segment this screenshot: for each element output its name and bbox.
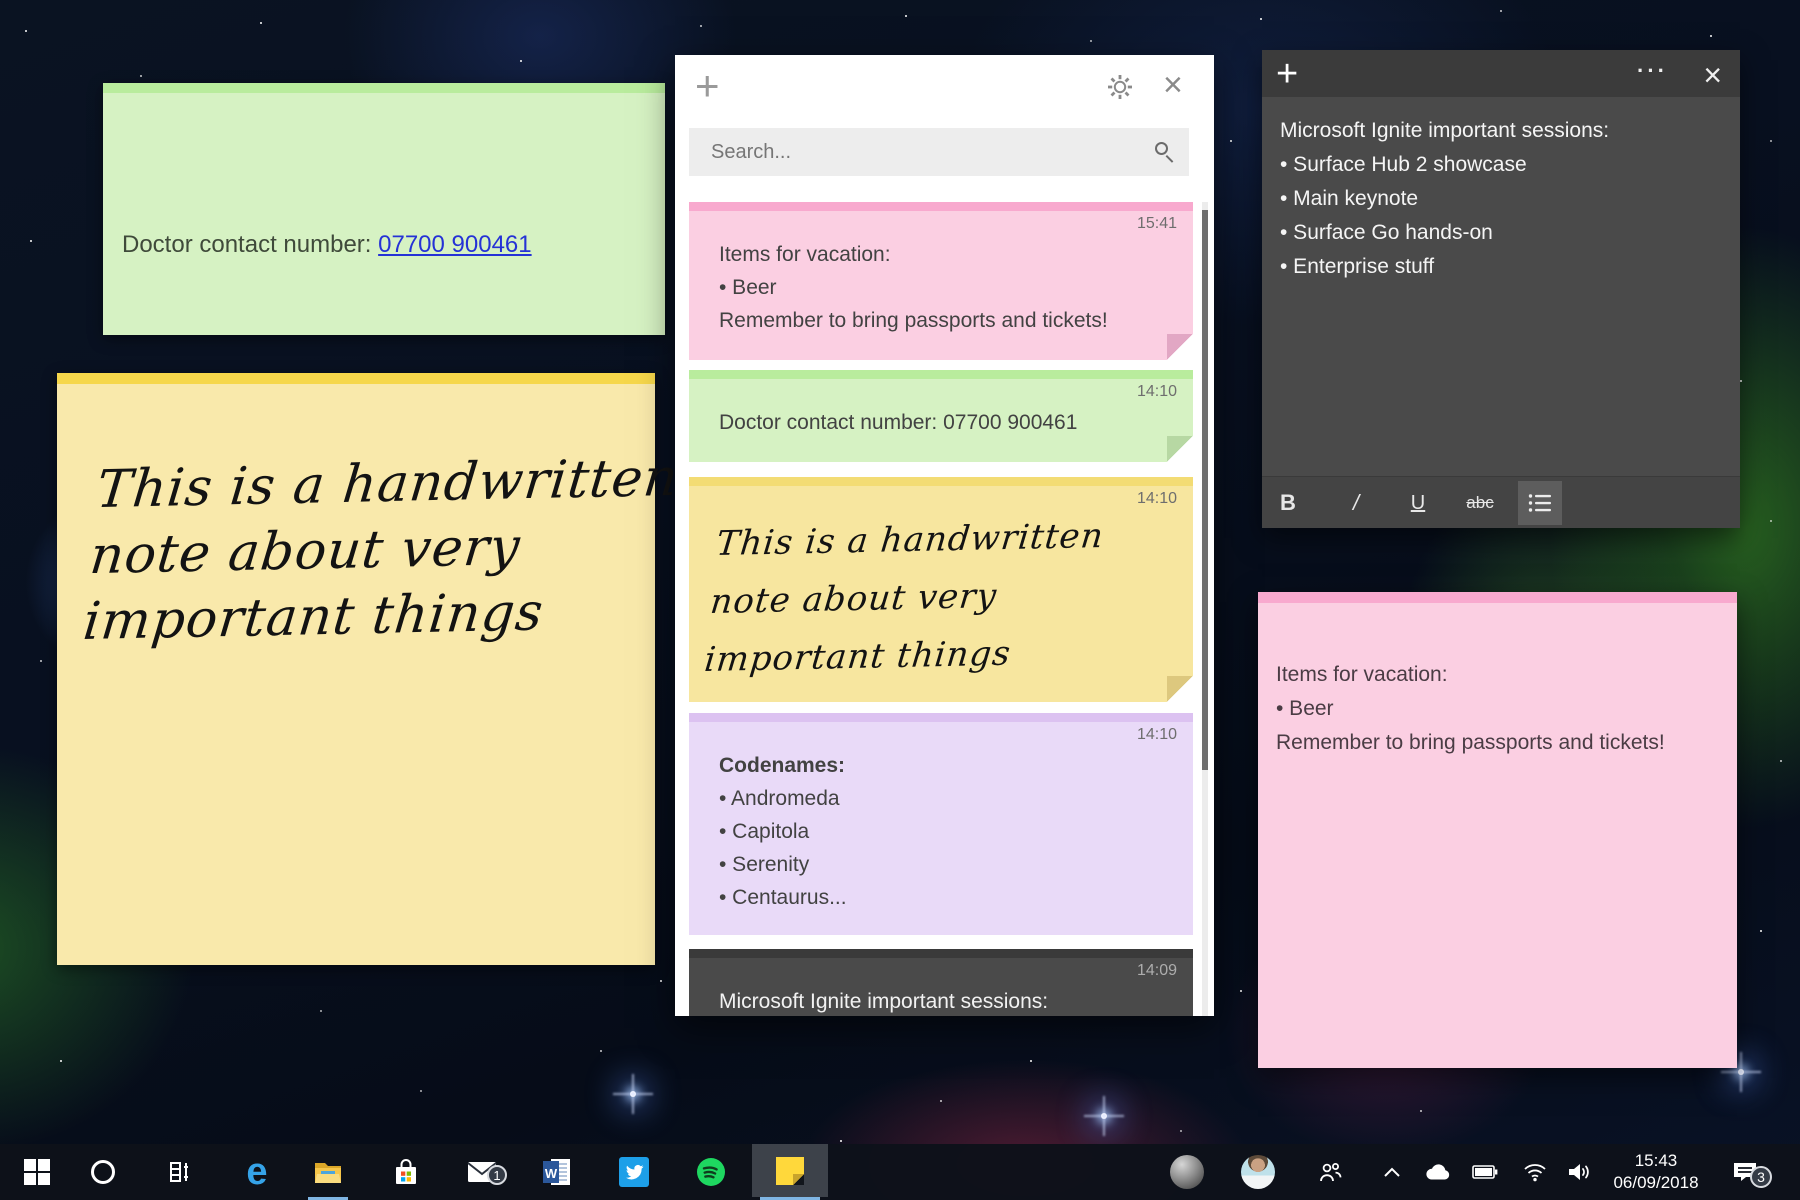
list-note-vacation[interactable]: 15:41 Items for vacation: • Beer Remembe… (689, 202, 1193, 360)
desktop-screen: Doctor contact number: 07700 900461 This… (0, 0, 1800, 1200)
file-explorer-button[interactable] (305, 1144, 351, 1200)
list-note-doctor[interactable]: 14:10 Doctor contact number: 07700 90046… (689, 370, 1193, 462)
search-input[interactable] (689, 128, 1189, 176)
strikethrough-button[interactable]: abc (1458, 481, 1502, 525)
phone-link[interactable]: 07700 900461 (378, 231, 532, 258)
clock-time: 15:43 (1600, 1150, 1712, 1172)
starfield (0, 0, 2, 2)
sticky-notes-list-window: + × 15:4 (675, 55, 1214, 1016)
folded-corner (1167, 334, 1193, 360)
note-title-bar[interactable]: + ··· × (1262, 50, 1740, 97)
format-toolbar: B / U abc (1262, 476, 1740, 528)
word-button[interactable]: W (534, 1144, 580, 1200)
note-timestamp: 14:10 (1137, 490, 1177, 508)
battery-indicator[interactable] (1462, 1144, 1508, 1200)
store-icon (393, 1158, 419, 1186)
note-text: Codenames: • Andromeda • Capitola • Sere… (719, 749, 847, 914)
bold-button[interactable]: B (1266, 481, 1310, 525)
twitter-icon (619, 1157, 649, 1187)
wifi-indicator[interactable] (1512, 1144, 1558, 1200)
handwriting-ink[interactable]: This is a handwritten note about very im… (80, 445, 681, 655)
edge-browser-button[interactable]: e (234, 1144, 280, 1200)
taskbar: e 1 (0, 1144, 1800, 1200)
add-note-button[interactable]: + (695, 63, 720, 109)
sticky-note-yellow-desktop[interactable]: This is a handwritten note about very im… (57, 373, 655, 965)
notification-badge: 3 (1750, 1166, 1772, 1188)
sticky-note-green-desktop[interactable]: Doctor contact number: 07700 900461 (103, 83, 665, 335)
people-button[interactable] (1307, 1144, 1353, 1200)
note-text: Items for vacation: • Beer Remember to b… (719, 238, 1108, 337)
bright-star (1738, 1069, 1744, 1075)
file-explorer-icon (313, 1159, 343, 1185)
handwriting-line: important things (80, 577, 668, 655)
battery-icon (1472, 1165, 1498, 1179)
sticky-notes-button[interactable] (752, 1144, 828, 1197)
note-text[interactable]: Items for vacation: • Beer Remember to b… (1276, 658, 1665, 760)
contact-avatar[interactable] (1170, 1155, 1204, 1189)
underline-button[interactable]: U (1396, 481, 1440, 525)
wifi-icon (1523, 1162, 1547, 1182)
tray-expand-chevron[interactable] (1369, 1144, 1415, 1200)
cortana-ring-icon (91, 1160, 115, 1184)
note-text[interactable]: Microsoft Ignite important sessions: • S… (1280, 114, 1609, 284)
chevron-up-icon (1383, 1166, 1401, 1178)
note-text-prefix: Doctor contact number: (122, 231, 378, 258)
spotify-button[interactable] (688, 1144, 734, 1200)
speaker-icon (1567, 1161, 1593, 1183)
people-icon (1317, 1160, 1343, 1184)
note-text: Doctor contact number: 07700 900461 (719, 406, 1077, 439)
start-button[interactable] (14, 1144, 60, 1200)
volume-indicator[interactable] (1557, 1144, 1603, 1200)
mail-unread-badge: 1 (487, 1165, 507, 1185)
onedrive-cloud-icon (1424, 1163, 1452, 1181)
note-header-strip[interactable] (103, 83, 665, 93)
handwriting-line: This is a handwritten (94, 445, 682, 523)
note-timestamp: 15:41 (1137, 215, 1177, 233)
note-timestamp: 14:10 (1137, 726, 1177, 744)
cortana-button[interactable] (80, 1144, 126, 1200)
note-text: Microsoft Ignite important sessions: (719, 985, 1048, 1016)
bullet-list-button[interactable] (1518, 481, 1562, 525)
folded-corner (1167, 676, 1193, 702)
list-note-codenames[interactable]: 14:10 Codenames: • Andromeda • Capitola … (689, 713, 1193, 935)
bright-star (630, 1091, 636, 1097)
svg-text:W: W (545, 1166, 558, 1181)
taskbar-clock[interactable]: 15:43 06/09/2018 (1600, 1150, 1712, 1194)
handwriting-line: note about very (87, 511, 675, 589)
search-icon[interactable] (1153, 141, 1175, 163)
folded-corner (1167, 436, 1193, 462)
more-menu-icon[interactable]: ··· (1637, 58, 1668, 84)
note-header-strip[interactable] (57, 373, 655, 384)
list-note-handwritten[interactable]: 14:10 This is a handwritten note about v… (689, 477, 1193, 702)
search-bar (689, 128, 1189, 176)
bright-star (1101, 1113, 1107, 1119)
task-view-icon (167, 1159, 193, 1185)
twitter-button[interactable] (611, 1144, 657, 1200)
sticky-notes-icon (776, 1157, 804, 1185)
windows-logo-icon (24, 1159, 50, 1185)
scrollbar-thumb[interactable] (1202, 210, 1208, 770)
sticky-note-charcoal-open[interactable]: + ··· × Microsoft Ignite important sessi… (1262, 50, 1740, 528)
contact-avatar[interactable] (1241, 1155, 1275, 1189)
settings-gear-icon[interactable] (1107, 74, 1133, 100)
word-icon: W (542, 1157, 572, 1187)
close-window-button[interactable]: × (1163, 62, 1183, 108)
spotify-icon (696, 1157, 726, 1187)
handwriting-ink: This is a handwritten note about very im… (702, 507, 1107, 689)
note-timestamp: 14:09 (1137, 962, 1177, 980)
onedrive-button[interactable] (1415, 1144, 1461, 1200)
note-text[interactable]: Doctor contact number: 07700 900461 (122, 231, 532, 259)
store-button[interactable] (383, 1144, 429, 1200)
add-note-button[interactable]: + (1276, 52, 1298, 96)
italic-button[interactable]: / (1334, 481, 1378, 525)
note-header-strip[interactable] (1258, 592, 1737, 603)
task-view-button[interactable] (157, 1144, 203, 1200)
edge-icon: e (246, 1153, 267, 1191)
note-timestamp: 14:10 (1137, 383, 1177, 401)
bullet-list-icon (1528, 493, 1552, 513)
close-note-button[interactable]: × (1703, 53, 1722, 97)
list-note-ignite[interactable]: 14:09 Microsoft Ignite important session… (689, 949, 1193, 1016)
sticky-note-pink-open[interactable]: Items for vacation: • Beer Remember to b… (1258, 592, 1737, 1068)
clock-date: 06/09/2018 (1600, 1172, 1712, 1194)
